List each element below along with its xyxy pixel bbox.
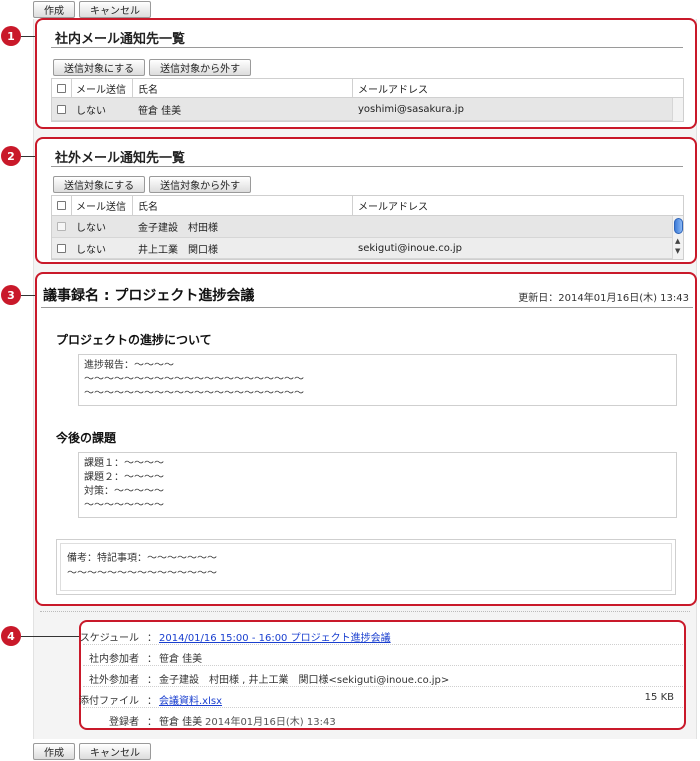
- callout-badge-3: 3: [1, 285, 21, 305]
- row-checkbox[interactable]: [57, 222, 66, 231]
- top-toolbar: 作成 キャンセル: [33, 1, 151, 18]
- callout-leader-3: [21, 295, 35, 296]
- attachment-label: 添付ファイル: [79, 696, 139, 707]
- internal-grid-scrollbar[interactable]: [672, 98, 683, 121]
- section-heading: プロジェクトの進捗について: [56, 333, 212, 347]
- table-row[interactable]: しない 井上工業 関口様 sekiguti@inoue.co.jp: [52, 238, 683, 259]
- row-name: 金子建設 村田様: [138, 223, 218, 234]
- minutes-title: 議事録名 : プロジェクト進捗会議: [43, 288, 255, 304]
- external-add-send-button[interactable]: 送信対象にする: [53, 176, 146, 193]
- scrollbar-thumb[interactable]: [674, 218, 683, 234]
- internal-section-title: 社内メール通知先一覧: [55, 32, 186, 47]
- row-send-status: しない: [76, 223, 106, 234]
- header-name[interactable]: 氏名: [138, 79, 158, 97]
- external-section-title: 社外メール通知先一覧: [55, 151, 186, 166]
- scroll-up-arrow-icon[interactable]: ▲: [675, 237, 680, 245]
- registrant-name: 笹倉 佳美: [159, 717, 203, 728]
- header-email[interactable]: メールアドレス: [358, 79, 428, 97]
- registrant-date: 2014年01月16日(木) 13:43: [205, 717, 336, 728]
- attachment-size: 15 KB: [644, 692, 674, 703]
- schedule-link[interactable]: 2014/01/16 15:00 - 16:00 プロジェクト進捗会議: [159, 629, 391, 644]
- internal-remove-send-button[interactable]: 送信対象から外す: [149, 59, 252, 76]
- updated-date: 更新日：2014年01月16日(木) 13:43: [518, 293, 689, 304]
- internal-mail-section: 社内メール通知先一覧 送信対象にする 送信対象から外す メール送信 氏名 メール…: [35, 18, 697, 129]
- external-mail-section: 社外メール通知先一覧 送信対象にする 送信対象から外す メール送信 氏名 メール…: [35, 137, 697, 264]
- external-grid-toolbar: 送信対象にする 送信対象から外す: [53, 176, 252, 193]
- attachment-link[interactable]: 会議資料.xlsx: [159, 692, 222, 707]
- cancel-button[interactable]: キャンセル: [79, 1, 151, 18]
- section-body: 進捗報告：〜〜〜〜 〜〜〜〜〜〜〜〜〜〜〜〜〜〜〜〜〜〜〜〜〜〜 〜〜〜〜〜〜〜…: [78, 354, 677, 406]
- header-email[interactable]: メールアドレス: [358, 196, 428, 215]
- callout-badge-4: 4: [1, 626, 21, 646]
- bottom-toolbar: 作成 キャンセル: [33, 743, 151, 760]
- row-name: 井上工業 関口様: [138, 244, 218, 256]
- grid-header-row: メール送信 氏名 メールアドレス: [52, 196, 683, 216]
- internal-participants-value: 笹倉 佳美: [159, 654, 203, 665]
- external-participants-value: 金子建設 村田様 , 井上工業 関口様<sekiguti@inoue.co.jp…: [159, 675, 450, 686]
- section-body: 課題１：〜〜〜〜 課題２：〜〜〜〜 対策：〜〜〜〜〜 〜〜〜〜〜〜〜〜: [78, 452, 677, 518]
- title-divider: [51, 47, 683, 48]
- minutes-section: 議事録名 : プロジェクト進捗会議 更新日：2014年01月16日(木) 13:…: [35, 272, 697, 606]
- row-name: 笹倉 佳美: [138, 105, 182, 117]
- note-box: 備考：特記事項：〜〜〜〜〜〜〜 〜〜〜〜〜〜〜〜〜〜〜〜〜〜〜: [56, 539, 676, 595]
- row-email: yoshimi@sasakura.jp: [358, 103, 464, 115]
- row-send-status: しない: [76, 244, 106, 256]
- scroll-down-arrow-icon[interactable]: ▼: [675, 247, 680, 255]
- select-all-checkbox[interactable]: [57, 201, 66, 210]
- title-divider: [41, 307, 693, 308]
- callout-leader-4: [21, 636, 79, 637]
- info-section: スケジュール ： 2014/01/16 15:00 - 16:00 プロジェクト…: [79, 620, 686, 730]
- section-divider: [40, 611, 690, 612]
- external-participants-label: 社外参加者: [89, 675, 139, 686]
- row-email: sekiguti@inoue.co.jp: [358, 242, 462, 254]
- row-checkbox[interactable]: [57, 243, 66, 253]
- cancel-button[interactable]: キャンセル: [79, 743, 151, 760]
- registrant-label: 登録者: [109, 717, 139, 728]
- header-name[interactable]: 氏名: [138, 196, 158, 215]
- external-grid-scrollbar[interactable]: ▲ ▼: [672, 216, 683, 259]
- title-divider: [51, 166, 683, 167]
- row-checkbox[interactable]: [57, 104, 66, 114]
- header-send[interactable]: メール送信: [76, 196, 126, 215]
- callout-leader-1: [21, 36, 35, 37]
- header-send[interactable]: メール送信: [76, 79, 126, 97]
- internal-recipient-grid: メール送信 氏名 メールアドレス しない 笹倉 佳美 yoshimi@sasak…: [51, 78, 684, 122]
- section-heading: 今後の課題: [56, 431, 117, 445]
- external-recipient-grid: メール送信 氏名 メールアドレス しない 金子建設 村田様 しない 井上工業 関…: [51, 195, 684, 260]
- callout-badge-2: 2: [1, 146, 21, 166]
- external-remove-send-button[interactable]: 送信対象から外す: [149, 176, 252, 193]
- internal-add-send-button[interactable]: 送信対象にする: [53, 59, 146, 76]
- internal-participants-label: 社内参加者: [89, 654, 139, 665]
- internal-grid-toolbar: 送信対象にする 送信対象から外す: [53, 59, 252, 76]
- table-row[interactable]: しない 笹倉 佳美 yoshimi@sasakura.jp: [52, 98, 683, 121]
- schedule-label: スケジュール: [79, 633, 139, 644]
- callout-badge-1: 1: [1, 26, 21, 46]
- create-button[interactable]: 作成: [33, 1, 75, 18]
- callout-leader-2: [21, 156, 35, 157]
- note-text: 備考：特記事項：〜〜〜〜〜〜〜 〜〜〜〜〜〜〜〜〜〜〜〜〜〜〜: [60, 543, 672, 591]
- row-send-status: しない: [76, 105, 106, 117]
- grid-header-row: メール送信 氏名 メールアドレス: [52, 79, 683, 98]
- create-button[interactable]: 作成: [33, 743, 75, 760]
- table-row[interactable]: しない 金子建設 村田様: [52, 216, 683, 238]
- select-all-checkbox[interactable]: [57, 83, 66, 93]
